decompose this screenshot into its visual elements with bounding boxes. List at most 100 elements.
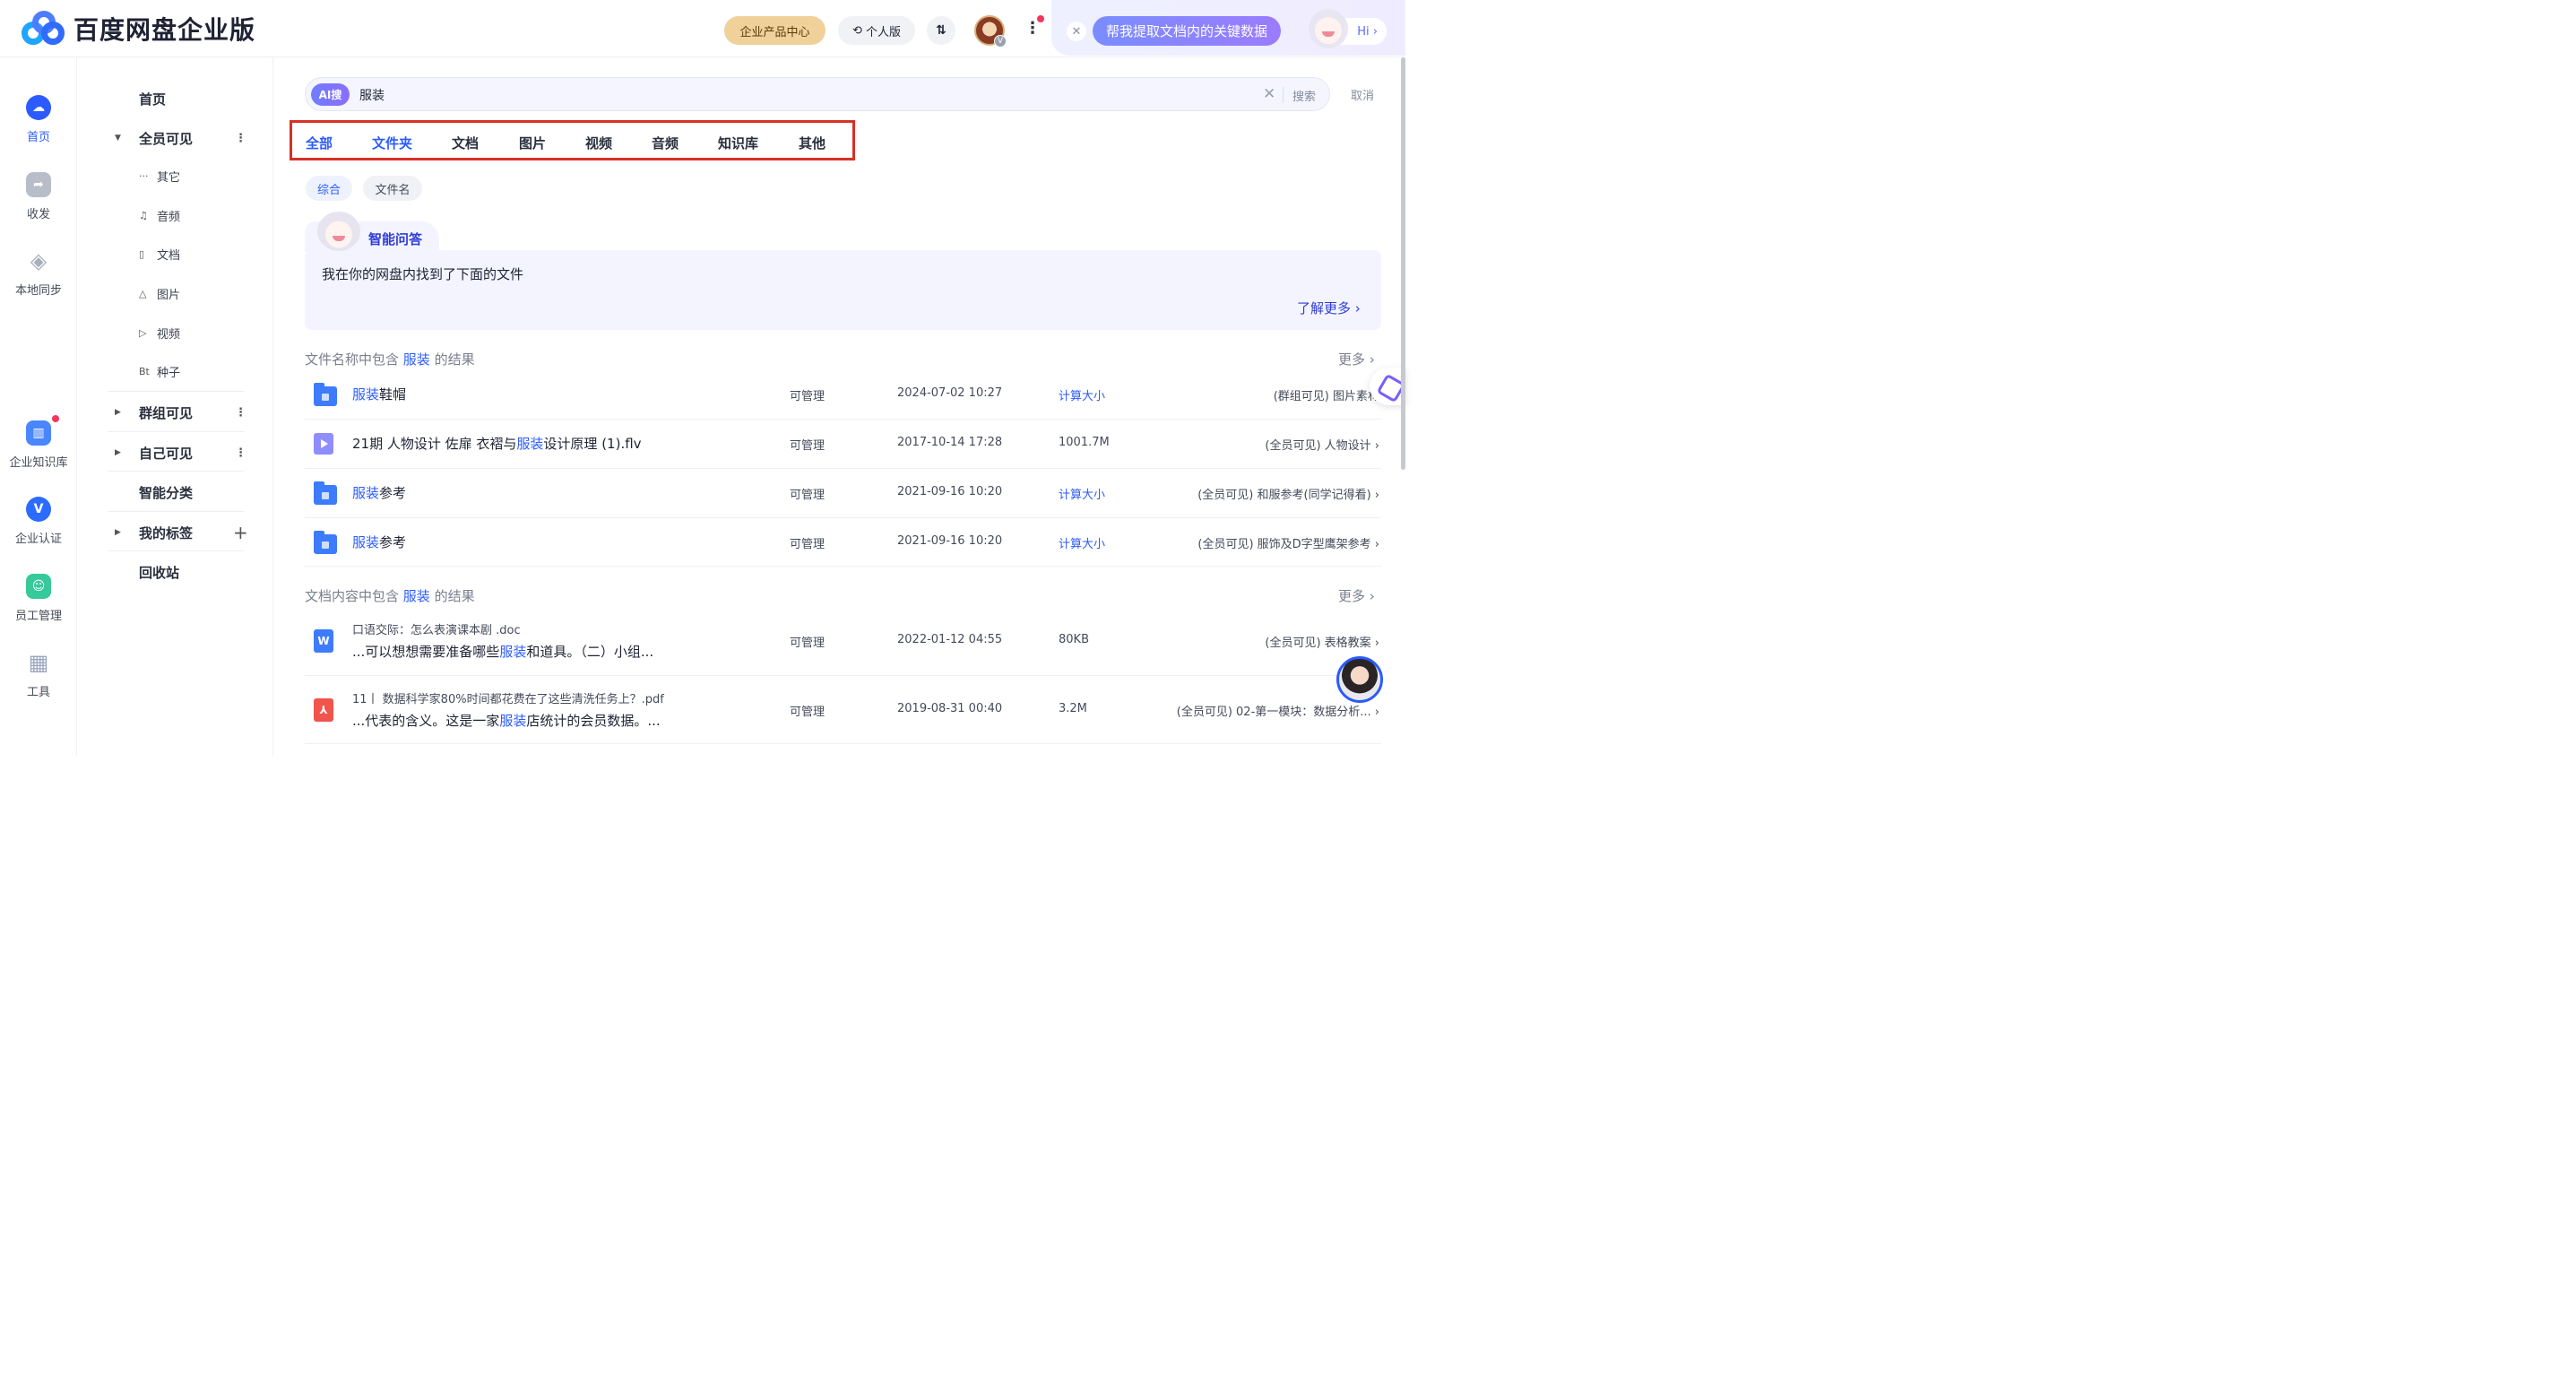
folder-icon [314, 481, 337, 505]
learn-more-link[interactable]: 了解更多 › [1297, 299, 1361, 317]
file-name[interactable]: 21期 人物设计 佐扉 衣褶与服装设计原理 (1).flv [352, 434, 642, 453]
calc-size-link[interactable]: 计算大小 [1059, 485, 1105, 502]
tab-knowledge-base[interactable]: 知识库 [718, 134, 758, 152]
document-icon: ▯ [139, 247, 145, 260]
filter-chip-comprehensive[interactable]: 综合 [306, 176, 352, 201]
mascot-icon [317, 212, 360, 251]
cancel-button[interactable]: 取消 [1351, 86, 1374, 103]
tree-sub-item[interactable]: ▯ 文档 [77, 243, 273, 264]
tree-sub-label: 音频 [157, 210, 181, 224]
table-row[interactable]: ⅄ 11丨 数据科学家80%时间都花费在了这些清洗任务上？.pdf ...代表的… [305, 676, 1381, 744]
cloud-icon: ☁ [26, 95, 51, 120]
tree-group-visible[interactable]: ▶ 群组可见 ⋮ [77, 400, 273, 425]
nav-staff[interactable]: ☺ 员工管理 [0, 574, 77, 623]
modified-date: 2019-08-31 00:40 [897, 702, 1003, 715]
user-avatar[interactable]: V [974, 15, 1007, 48]
tree-sub-item[interactable]: Bt 种子 [77, 360, 273, 382]
modified-date: 2021-09-16 10:20 [897, 534, 1003, 548]
staff-icon: ☺ [26, 574, 51, 599]
calc-size-link[interactable]: 计算大小 [1059, 386, 1105, 403]
file-location[interactable]: (全员可见) 表格教案 › [1265, 633, 1379, 650]
calc-size-link[interactable]: 计算大小 [1059, 534, 1105, 551]
file-name[interactable]: 服装参考 [352, 483, 406, 502]
nav-share[interactable]: ➦ 收发 [0, 172, 77, 221]
tab-folder[interactable]: 文件夹 [372, 134, 412, 152]
file-location[interactable]: (群组可见) 图片素材 [1274, 386, 1379, 403]
tab-other[interactable]: 其他 [799, 134, 826, 152]
tree-home[interactable]: 首页 [77, 86, 273, 111]
more-menu-icon[interactable]: ⋮ [1024, 18, 1041, 43]
video-file-icon [314, 433, 333, 455]
file-location[interactable]: (全员可见) 和服参考(同学记得看) › [1197, 485, 1379, 502]
smart-qa-card [305, 250, 1381, 330]
file-location[interactable]: (全员可见) 人物设计 › [1265, 436, 1379, 453]
personal-edition-button[interactable]: ⟲ 个人版 [838, 16, 915, 45]
more-icon[interactable]: ⋮ [235, 406, 246, 420]
tree-recycle-bin[interactable]: 回收站 [77, 559, 273, 585]
tree-sub-item[interactable]: ♫ 音频 [77, 204, 273, 226]
tree-all-visible[interactable]: ▼ 全员可见 ⋮ [77, 126, 273, 151]
table-row[interactable]: W 口语交际：怎么表演课本剧 .doc ...可以想想需要准备哪些服装和道具。（… [305, 607, 1381, 676]
table-row[interactable]: 服装参考 可管理 2021-09-16 10:20 计算大小 (全员可见) 和服… [305, 469, 1381, 518]
tab-audio[interactable]: 音频 [652, 134, 679, 152]
tree-my-tags[interactable]: ▶ 我的标签 + [77, 520, 273, 545]
enterprise-center-button[interactable]: 企业产品中心 [724, 16, 826, 45]
qa-answer-text: 我在你的网盘内找到了下面的文件 [322, 266, 524, 282]
nav-verify[interactable]: V 企业认证 [0, 497, 77, 546]
more-icon[interactable]: ⋮ [235, 132, 246, 145]
permission: 可管理 [790, 390, 826, 403]
nav-home[interactable]: ☁ 首页 [0, 95, 77, 144]
share-icon: ➦ [26, 172, 51, 197]
pdf-icon: ⅄ [314, 698, 333, 722]
tab-video[interactable]: 视频 [585, 134, 612, 152]
ai-assistant-float-icon[interactable] [1370, 368, 1405, 405]
tab-all[interactable]: 全部 [306, 134, 333, 152]
search-input[interactable] [359, 85, 1166, 105]
tab-document[interactable]: 文档 [452, 134, 479, 152]
file-location[interactable]: (全员可见) 服饰及D字型鹰架参考 › [1197, 534, 1379, 551]
more-results-link[interactable]: 更多 › [1338, 350, 1375, 368]
tree-sub-item[interactable]: ▷ 视频 [77, 322, 273, 343]
customer-service-avatar[interactable] [1336, 656, 1383, 703]
search-button[interactable]: 搜索 [1292, 87, 1316, 104]
more-results-link[interactable]: 更多 › [1338, 586, 1375, 605]
nav-sync[interactable]: ◈ 本地同步 [0, 248, 77, 298]
tree-self-visible[interactable]: ▶ 自己可见 ⋮ [77, 440, 273, 465]
section-suffix: 的结果 [434, 351, 475, 368]
tab-image[interactable]: 图片 [519, 134, 546, 152]
document-title[interactable]: 口语交际：怎么表演课本剧 .doc [352, 620, 521, 637]
caret-right-icon[interactable]: ▶ [115, 408, 121, 417]
file-name[interactable]: 服装参考 [352, 533, 406, 551]
divider [1283, 87, 1284, 103]
file-name[interactable]: 服装鞋帽 [352, 385, 406, 403]
modified-date: 2024-07-02 10:27 [897, 386, 1003, 400]
nav-knowledge[interactable]: ▥ 企业知识库 [0, 415, 77, 470]
nav-tools[interactable]: ▦ 工具 [0, 650, 77, 699]
nav-label: 工具 [26, 686, 50, 699]
add-tag-icon[interactable]: + [233, 522, 248, 543]
tree-sub-item[interactable]: △ 图片 [77, 282, 273, 304]
table-row[interactable]: 服装鞋帽 可管理 2024-07-02 10:27 计算大小 (群组可见) 图片… [305, 370, 1381, 420]
caret-down-icon[interactable]: ▼ [115, 134, 121, 143]
more-icon[interactable]: ⋮ [235, 446, 246, 460]
ai-prompt-button[interactable]: 帮我提取文档内的关键数据 [1093, 16, 1281, 46]
file-location[interactable]: (全员可见) 02-第一模块：数据分析... › [1177, 702, 1379, 719]
tree-smart-category[interactable]: 智能分类 [77, 480, 273, 505]
tree-sub-item[interactable]: ··· 其它 [77, 165, 273, 186]
table-row[interactable]: 21期 人物设计 佐扉 衣褶与服装设计原理 (1).flv 可管理 2017-1… [305, 420, 1381, 469]
app-logo[interactable]: 百度网盘企业版 [20, 9, 255, 48]
document-title[interactable]: 11丨 数据科学家80%时间都花费在了这些清洗任务上？.pdf [352, 689, 664, 706]
tree-label: 自己可见 [139, 445, 194, 462]
caret-right-icon[interactable]: ▶ [115, 448, 121, 457]
clear-icon[interactable]: ✕ [1263, 85, 1275, 103]
caret-right-icon[interactable]: ▶ [115, 528, 121, 537]
ai-search-badge: AI搜 [311, 83, 350, 106]
nav-label: 企业知识库 [9, 456, 68, 470]
filter-chip-filename[interactable]: 文件名 [363, 176, 422, 201]
table-row[interactable]: 服装参考 可管理 2021-09-16 10:20 计算大小 (全员可见) 服饰… [305, 518, 1381, 567]
transfer-list-button[interactable]: ⇅ [927, 16, 955, 45]
tools-icon: ▦ [28, 650, 49, 675]
close-icon[interactable]: ✕ [1067, 22, 1086, 41]
mascot-avatar[interactable] [1309, 9, 1348, 48]
scrollbar[interactable] [1401, 57, 1405, 470]
